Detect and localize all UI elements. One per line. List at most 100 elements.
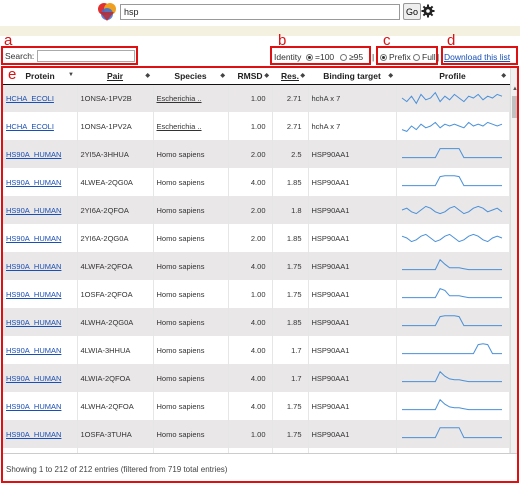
binding-target-cell: HSP90AA1 [308, 420, 397, 448]
sort-icon: ◆ [220, 73, 225, 79]
res-cell: 1.75 [272, 252, 309, 280]
species-cell: Homo sapiens [153, 196, 229, 224]
protein-cell[interactable]: HS90A_HUMAN [3, 392, 78, 420]
binding-target-cell: HSP90AA1 [308, 168, 397, 196]
sparkline-line [401, 148, 502, 159]
table-footer: Showing 1 to 212 of 212 entries (filtere… [3, 453, 517, 481]
table-row[interactable]: HCHA_ECOLI 1ONSA-1PV2A Escherichia .. 1.00 2… [3, 112, 510, 140]
table-row[interactable]: HS90A_HUMAN 4LWHA-2QG0A Homo sapiens 4.00 1.… [3, 308, 510, 336]
protein-cell[interactable]: HS90A_HUMAN [3, 140, 78, 168]
protein-cell[interactable]: HS90A_HUMAN [3, 196, 78, 224]
sort-icon: ◆ [264, 73, 269, 79]
res-cell: 1.75 [272, 420, 309, 448]
scroll-thumb[interactable] [512, 96, 517, 118]
species-cell: Homo sapiens [153, 224, 229, 252]
table-row[interactable]: HCHA_ECOLI 1ONSA-1PV2B Escherichia .. 1.00 2… [3, 84, 510, 112]
search-input[interactable] [120, 4, 400, 20]
col-header-rmsd[interactable]: RMSD ◆ [228, 68, 272, 85]
filter-label: Search: [5, 51, 35, 61]
go-button[interactable]: Go [403, 3, 421, 20]
protein-cell[interactable]: HS90A_HUMAN [3, 364, 78, 392]
rmsd-cell: 4.00 [228, 168, 273, 196]
col-header-res[interactable]: Res. ◆ [272, 68, 308, 85]
profile-sparkline [396, 224, 510, 252]
table-row[interactable]: HS90A_HUMAN 1OSFA-3TUHA Homo sapiens 1.00 1.… [3, 420, 510, 448]
col-header-species[interactable]: Species ◆ [153, 68, 228, 85]
pair-cell: 4LWEA-2QG0A [77, 168, 154, 196]
res-cell: 2.71 [272, 112, 309, 140]
binding-target-cell: HSP90AA1 [308, 308, 397, 336]
table-scrollbar[interactable]: ▲ [510, 68, 517, 453]
protein-cell[interactable]: HS90A_HUMAN [3, 308, 78, 336]
mode-opt-full: Full [422, 52, 436, 62]
table-row[interactable]: HS90A_HUMAN 2YI6A-2QFOA Homo sapiens 2.00 1.… [3, 196, 510, 224]
download-link[interactable]: Download this list [444, 52, 510, 62]
res-cell: 1.75 [272, 280, 309, 308]
res-cell: 1.85 [272, 168, 309, 196]
top-bar: Go [0, 0, 520, 28]
header-band [0, 26, 520, 36]
binding-target-cell: HSP90AA1 [308, 364, 397, 392]
sparkline-line [401, 287, 502, 299]
res-cell: 1.8 [272, 196, 309, 224]
table-body: HCHA_ECOLI 1ONSA-1PV2B Escherichia .. 1.00 2… [3, 84, 510, 476]
results-table-panel: Protein ▼ Pair ◆ Species ◆ RMSD ◆ Res. ◆ Bind… [1, 66, 519, 483]
protein-cell[interactable]: HS90A_HUMAN [3, 336, 78, 364]
table-header-row: Protein ▼ Pair ◆ Species ◆ RMSD ◆ Res. ◆ Bind… [3, 68, 509, 85]
table-row[interactable]: HS90A_HUMAN 4LWFA-2QFOA Homo sapiens 4.00 1.… [3, 252, 510, 280]
protein-cell[interactable]: HS90A_HUMAN [3, 224, 78, 252]
filter-input[interactable] [37, 50, 135, 62]
identity-radio-100[interactable] [306, 54, 313, 61]
mode-radio-prefix[interactable] [380, 54, 387, 61]
col-header-pair[interactable]: Pair ◆ [77, 68, 153, 85]
entries-info: Showing 1 to 212 of 212 entries (filtere… [6, 465, 228, 474]
table-row[interactable]: HS90A_HUMAN 4LWHA-2QFOA Homo sapiens 4.00 1.… [3, 392, 510, 420]
binding-target-cell: HSP90AA1 [308, 280, 397, 308]
scroll-up-icon[interactable]: ▲ [512, 86, 517, 92]
binding-target-cell: HSP90AA1 [308, 140, 397, 168]
profile-sparkline [396, 364, 510, 392]
sparkline-line [401, 121, 502, 132]
gear-icon[interactable] [421, 3, 435, 19]
table-row[interactable]: HS90A_HUMAN 1OSFA-2QFOA Homo sapiens 1.00 1.… [3, 280, 510, 308]
protein-cell[interactable]: HS90A_HUMAN [3, 280, 78, 308]
binding-target-cell: HSP90AA1 [308, 196, 397, 224]
table-row[interactable]: HS90A_HUMAN 4LWIA-2QFOA Homo sapiens 4.00 1.… [3, 364, 510, 392]
res-cell: 1.85 [272, 224, 309, 252]
protein-cell[interactable]: HCHA_ECOLI [3, 84, 78, 112]
profile-sparkline [396, 196, 510, 224]
table-row[interactable]: HS90A_HUMAN 2YI5A-3HHUA Homo sapiens 2.00 2.… [3, 140, 510, 168]
mode-opt-prefix: Prefix [389, 52, 411, 62]
profile-sparkline [396, 168, 510, 196]
identity-opt-100: =100 [315, 52, 335, 62]
sparkline-line [401, 343, 502, 355]
profile-sparkline [396, 84, 510, 112]
pair-cell: 1ONSA-1PV2B [77, 84, 154, 112]
sparkline-line [401, 370, 502, 383]
col-header-binding-target[interactable]: Binding target ◆ [308, 68, 396, 85]
binding-target-cell: hchA x 7 [308, 112, 397, 140]
protein-cell[interactable]: HS90A_HUMAN [3, 252, 78, 280]
protein-cell[interactable]: HS90A_HUMAN [3, 168, 78, 196]
col-header-profile[interactable]: Profile ◆ [396, 68, 509, 85]
pair-cell: 1OSFA-3TUHA [77, 420, 154, 448]
pair-cell: 4LWHA-2QG0A [77, 308, 154, 336]
species-cell: Homo sapiens [153, 392, 229, 420]
identity-radio-95[interactable] [340, 54, 347, 61]
identity-opt-95: ≥95 [349, 52, 364, 62]
pair-cell: 1ONSA-1PV2A [77, 112, 154, 140]
protein-cell[interactable]: HCHA_ECOLI [3, 112, 78, 140]
pair-cell: 2YI6A-2QG0A [77, 224, 154, 252]
binding-target-cell: HSP90AA1 [308, 336, 397, 364]
binding-target-cell: hchA x 7 [308, 84, 397, 112]
mode-radio-full[interactable] [413, 54, 420, 61]
rmsd-cell: 1.00 [228, 84, 273, 112]
species-cell: Homo sapiens [153, 168, 229, 196]
protein-cell[interactable]: HS90A_HUMAN [3, 420, 78, 448]
table-row[interactable]: HS90A_HUMAN 4LWEA-2QG0A Homo sapiens 4.00 1.… [3, 168, 510, 196]
table-row[interactable]: HS90A_HUMAN 4LWIA-3HHUA Homo sapiens 4.00 1.… [3, 336, 510, 364]
profile-sparkline [396, 392, 510, 420]
table-row[interactable]: HS90A_HUMAN 2YI6A-2QG0A Homo sapiens 2.00 1.… [3, 224, 510, 252]
res-cell: 1.85 [272, 308, 309, 336]
profile-sparkline [396, 308, 510, 336]
